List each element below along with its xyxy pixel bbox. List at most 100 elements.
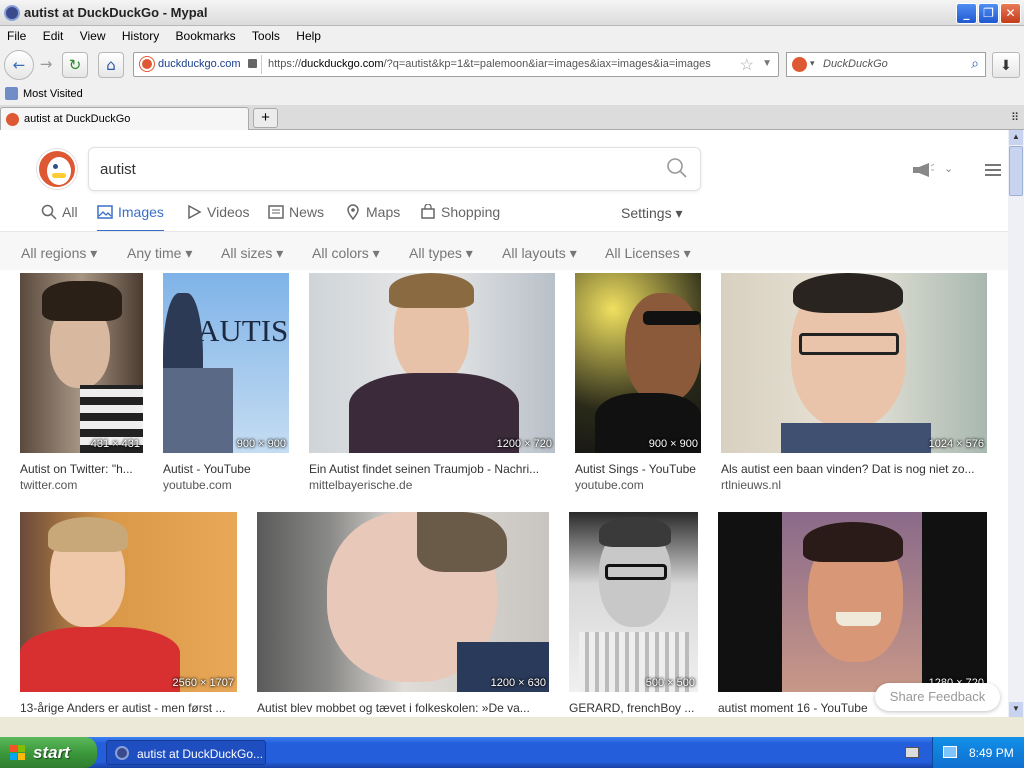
- hamburger-menu-icon[interactable]: [985, 164, 1001, 176]
- result-thumbnail[interactable]: 1200 × 630: [257, 512, 549, 692]
- scroll-up-icon[interactable]: ▲: [1009, 130, 1023, 145]
- menu-edit[interactable]: Edit: [36, 26, 70, 43]
- all-tabs-icon[interactable]: ⠿: [1011, 111, 1019, 124]
- maximize-button[interactable]: ❐: [978, 3, 999, 24]
- start-button[interactable]: start: [0, 737, 97, 768]
- image-result[interactable]: 1200 × 720 Ein Autist findet seinen Trau…: [309, 273, 555, 492]
- result-thumbnail[interactable]: 900 × 900: [575, 273, 701, 453]
- clock[interactable]: 8:49 PM: [969, 746, 1014, 760]
- filter-layouts[interactable]: All layouts ▾: [502, 245, 577, 262]
- image-result[interactable]: 431 × 431 Autist on Twitter: "h... twitt…: [20, 273, 143, 492]
- vertical-scrollbar[interactable]: ▲ ▼: [1008, 130, 1024, 717]
- scrollbar-thumb[interactable]: [1009, 146, 1023, 196]
- result-thumbnail[interactable]: 1280 × 720: [718, 512, 987, 692]
- search-placeholder: DuckDuckGo: [823, 58, 888, 70]
- result-source[interactable]: mittelbayerische.de: [309, 478, 412, 492]
- most-visited-bookmark[interactable]: Most Visited: [23, 88, 83, 100]
- result-title[interactable]: GERARD, frenchBoy ...: [569, 701, 698, 715]
- result-thumbnail[interactable]: 431 × 431: [20, 273, 143, 453]
- filter-sizes[interactable]: All sizes ▾: [221, 245, 283, 262]
- result-thumbnail[interactable]: 500 × 500: [569, 512, 698, 692]
- duckduckgo-favicon-icon: [140, 57, 154, 71]
- result-title[interactable]: 13-årige Anders er autist - men først ..…: [20, 701, 237, 715]
- tab-maps[interactable]: Maps: [345, 204, 400, 232]
- filter-types[interactable]: All types ▾: [409, 245, 473, 262]
- windows-flag-icon: [10, 745, 26, 761]
- filter-bar: All regions ▾ Any time ▾ All sizes ▾ All…: [0, 232, 1008, 270]
- scroll-down-icon[interactable]: ▼: [1009, 702, 1023, 717]
- tab-images[interactable]: Images: [97, 204, 164, 232]
- query-input[interactable]: autist: [100, 161, 136, 178]
- result-thumbnail[interactable]: AUTIS 900 × 900: [163, 273, 289, 453]
- query-search-box[interactable]: autist: [88, 147, 701, 191]
- result-source[interactable]: youtube.com: [163, 478, 232, 492]
- image-result[interactable]: 2560 × 1707 13-årige Anders er autist - …: [20, 512, 237, 717]
- filter-colors[interactable]: All colors ▾: [312, 245, 380, 262]
- window-titlebar: autist at DuckDuckGo - Mypal _ ❐ ✕: [0, 0, 1024, 26]
- keyboard-icon[interactable]: [905, 747, 919, 758]
- filter-time[interactable]: Any time ▾: [127, 245, 192, 262]
- thumbnail-overlay-text: AUTIS: [197, 313, 289, 348]
- result-title[interactable]: Autist on Twitter: "h...: [20, 462, 143, 476]
- tab-news[interactable]: News: [268, 204, 324, 232]
- image-result[interactable]: 500 × 500 GERARD, frenchBoy ...: [569, 512, 698, 717]
- image-result[interactable]: 1024 × 576 Als autist een baan vinden? D…: [721, 273, 987, 492]
- url-text[interactable]: https://duckduckgo.com/?q=autist&kp=1&t=…: [268, 58, 711, 70]
- network-icon[interactable]: [943, 746, 957, 758]
- tab-videos[interactable]: Videos: [186, 204, 250, 232]
- result-title[interactable]: Autist - YouTube: [163, 462, 289, 476]
- most-visited-icon: [5, 87, 18, 100]
- result-title[interactable]: Ein Autist findet seinen Traumjob - Nach…: [309, 462, 555, 476]
- tab-shopping[interactable]: Shopping: [420, 204, 500, 232]
- bookmark-star-icon[interactable]: ☆: [740, 55, 754, 75]
- menu-help[interactable]: Help: [289, 26, 327, 43]
- result-source[interactable]: rtlnieuws.nl: [721, 478, 781, 492]
- filter-licenses[interactable]: All Licenses ▾: [605, 245, 691, 262]
- settings-dropdown[interactable]: Settings ▾: [621, 205, 683, 222]
- home-button[interactable]: ⌂: [98, 52, 124, 78]
- magnifier-icon[interactable]: [666, 157, 688, 179]
- result-title[interactable]: Autist Sings - YouTube: [575, 462, 701, 476]
- url-dropdown-icon[interactable]: ▼: [762, 58, 772, 69]
- back-button[interactable]: ←: [4, 50, 34, 80]
- megaphone-icon[interactable]: [912, 163, 934, 177]
- result-thumbnail[interactable]: 2560 × 1707: [20, 512, 237, 692]
- taskbar-item-mypal[interactable]: autist at DuckDuckGo...: [106, 740, 266, 765]
- menu-bar: File Edit View History Bookmarks Tools H…: [0, 26, 1024, 46]
- address-bar[interactable]: duckduckgo.com https://duckduckgo.com/?q…: [133, 52, 779, 77]
- filter-regions[interactable]: All regions ▾: [21, 245, 97, 262]
- duckduckgo-tab-icon: [6, 113, 19, 126]
- minimize-button[interactable]: _: [956, 3, 977, 24]
- search-icon[interactable]: ⌕: [971, 55, 979, 72]
- forward-button[interactable]: →: [33, 52, 59, 78]
- engine-dropdown-icon[interactable]: ▾: [810, 58, 815, 69]
- tab-all[interactable]: All: [41, 204, 78, 232]
- result-title[interactable]: Als autist een baan vinden? Dat is nog n…: [721, 462, 987, 476]
- search-bar[interactable]: ▾ DuckDuckGo ⌕: [786, 52, 986, 77]
- menu-file[interactable]: File: [0, 26, 32, 43]
- result-title[interactable]: Autist blev mobbet og tævet i folkeskole…: [257, 701, 549, 715]
- newspaper-icon: [268, 205, 284, 219]
- site-identity[interactable]: duckduckgo.com: [136, 55, 262, 74]
- result-source[interactable]: twitter.com: [20, 478, 77, 492]
- duckduckgo-logo[interactable]: [37, 149, 77, 189]
- result-thumbnail[interactable]: 1200 × 720: [309, 273, 555, 453]
- share-feedback-button[interactable]: Share Feedback: [875, 683, 1000, 711]
- image-result[interactable]: AUTIS 900 × 900 Autist - YouTube youtube…: [163, 273, 289, 492]
- menu-view[interactable]: View: [73, 26, 112, 43]
- tab-duckduckgo[interactable]: autist at DuckDuckGo: [0, 107, 249, 130]
- close-button[interactable]: ✕: [1000, 3, 1021, 24]
- image-result[interactable]: 900 × 900 Autist Sings - YouTube youtube…: [575, 273, 701, 492]
- image-result[interactable]: 1200 × 630 Autist blev mobbet og tævet i…: [257, 512, 549, 717]
- new-tab-button[interactable]: +: [253, 108, 278, 128]
- reload-button[interactable]: ↻: [62, 52, 88, 78]
- menu-tools[interactable]: Tools: [245, 26, 286, 43]
- menu-history[interactable]: History: [115, 26, 165, 43]
- site-identity-label: duckduckgo.com: [158, 58, 241, 70]
- result-source[interactable]: youtube.com: [575, 478, 644, 492]
- megaphone-dropdown-icon[interactable]: ⌄: [944, 162, 953, 175]
- result-thumbnail[interactable]: 1024 × 576: [721, 273, 987, 453]
- search-engine-icon[interactable]: [792, 57, 807, 72]
- menu-bookmarks[interactable]: Bookmarks: [169, 26, 242, 43]
- downloads-button[interactable]: ⬇: [992, 52, 1020, 78]
